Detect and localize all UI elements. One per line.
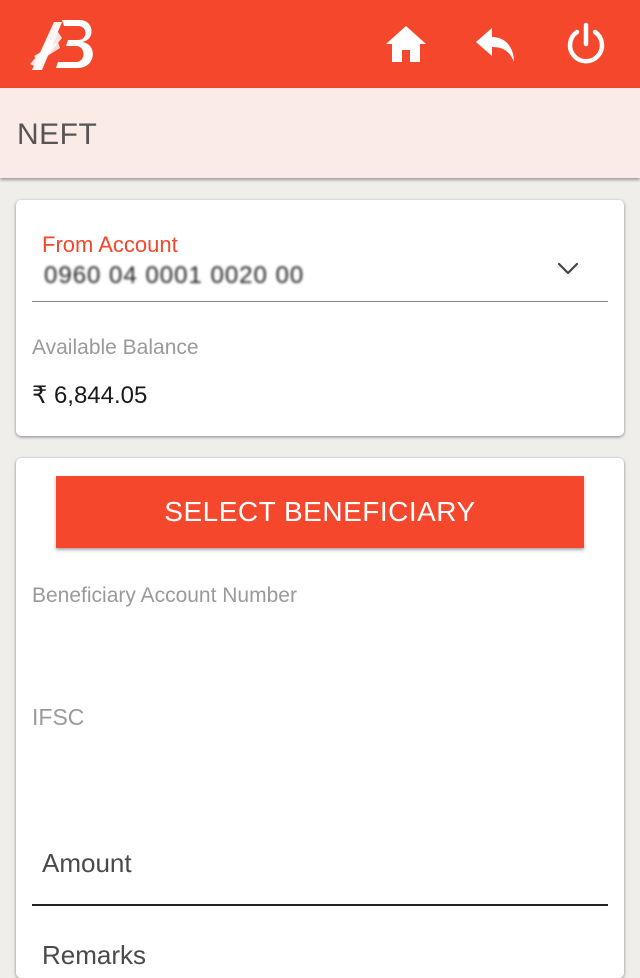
bank-logo xyxy=(28,14,100,74)
top-app-bar xyxy=(0,0,640,88)
beneficiary-card: SELECT BENEFICIARY Beneficiary Account N… xyxy=(16,458,624,978)
title-bar: NEFT xyxy=(0,88,640,178)
available-balance-value: ₹ 6,844.05 xyxy=(32,382,148,409)
amount-placeholder: Amount xyxy=(42,848,132,878)
from-account-label: From Account xyxy=(42,232,178,257)
amount-field[interactable]: Amount xyxy=(32,834,608,906)
home-button[interactable] xyxy=(382,20,430,68)
power-icon xyxy=(567,22,605,64)
back-button[interactable] xyxy=(472,20,520,68)
chevron-down-icon[interactable] xyxy=(556,256,580,280)
remarks-field[interactable]: Remarks xyxy=(42,940,146,971)
from-account-card: From Account 0960 04 0001 0020 00 Availa… xyxy=(16,200,624,436)
select-beneficiary-button[interactable]: SELECT BENEFICIARY xyxy=(56,476,584,548)
available-balance-label: Available Balance xyxy=(32,336,199,359)
beneficiary-account-number-label: Beneficiary Account Number xyxy=(32,584,297,607)
home-icon xyxy=(386,26,426,62)
amount-underline xyxy=(32,904,608,906)
back-icon xyxy=(476,28,514,62)
page-title: NEFT xyxy=(17,118,98,151)
logout-button[interactable] xyxy=(562,20,610,68)
from-account-value[interactable]: 0960 04 0001 0020 00 xyxy=(44,262,304,290)
from-account-underline xyxy=(32,301,608,302)
ifsc-label: IFSC xyxy=(32,704,85,730)
